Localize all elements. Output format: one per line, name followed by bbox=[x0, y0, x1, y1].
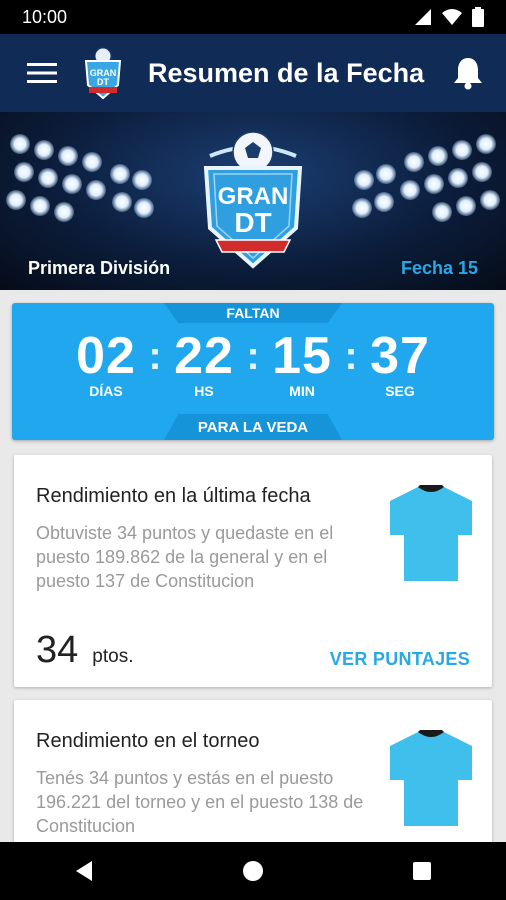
home-icon bbox=[242, 861, 263, 881]
back-icon bbox=[76, 861, 93, 881]
countdown-separator: : bbox=[148, 334, 162, 378]
last-round-card[interactable]: Rendimiento en la última fecha Obtuviste… bbox=[14, 455, 492, 687]
status-time: 10:00 bbox=[22, 6, 68, 27]
tournament-card[interactable]: Rendimiento en el torneo Tenés 34 puntos… bbox=[14, 700, 492, 860]
gran-dt-logo-small: GRAN DT bbox=[84, 47, 122, 100]
points-value: 34 bbox=[36, 629, 79, 671]
back-button[interactable] bbox=[64, 851, 104, 891]
countdown-seconds-label: SEG bbox=[385, 383, 415, 399]
menu-button[interactable] bbox=[22, 53, 62, 93]
countdown-top-label: FALTAN bbox=[164, 303, 342, 323]
status-icons bbox=[414, 7, 484, 27]
countdown-minutes-value: 15 bbox=[272, 327, 332, 385]
home-button[interactable] bbox=[233, 851, 273, 891]
countdown-days-label: DÍAS bbox=[89, 383, 123, 399]
points-unit: ptos. bbox=[92, 646, 134, 667]
countdown-minutes: 15 MIN bbox=[261, 329, 343, 399]
signal-icon bbox=[415, 9, 431, 25]
system-nav-bar bbox=[0, 842, 506, 900]
recents-icon bbox=[412, 862, 431, 880]
countdown-days: 02 DÍAS bbox=[65, 329, 147, 399]
round-label: Fecha 15 bbox=[400, 258, 478, 278]
card-title: Rendimiento en la última fecha bbox=[36, 485, 311, 507]
countdown-panel: FALTAN 02 DÍAS : 22 HS : 15 MIN : 37 SEG… bbox=[12, 303, 494, 440]
svg-text:DT: DT bbox=[234, 207, 271, 238]
countdown-seconds: 37 SEG bbox=[359, 329, 441, 399]
app-bar: GRAN DT Resumen de la Fecha bbox=[0, 34, 506, 112]
card-description: Obtuviste 34 puntos y quedaste en el pue… bbox=[36, 523, 334, 591]
countdown-separator: : bbox=[246, 334, 260, 378]
view-scores-button[interactable]: VER PUNTAJES bbox=[330, 649, 470, 670]
countdown-days-value: 02 bbox=[76, 327, 136, 385]
countdown-row: 02 DÍAS : 22 HS : 15 MIN : 37 SEG bbox=[12, 329, 494, 399]
countdown-seconds-value: 37 bbox=[370, 327, 430, 385]
page-title: Resumen de la Fecha bbox=[148, 57, 425, 88]
shirt-icon bbox=[390, 485, 472, 581]
logo-text: GRAN bbox=[218, 183, 289, 210]
hero-banner: GRAN DT Primera División Fecha 15 bbox=[0, 112, 506, 290]
recents-button[interactable] bbox=[402, 851, 442, 891]
countdown-bottom-label: PARA LA VEDA bbox=[164, 414, 342, 440]
status-bar: 10:00 bbox=[0, 0, 506, 34]
countdown-minutes-label: MIN bbox=[289, 383, 315, 399]
notifications-button[interactable] bbox=[446, 51, 490, 95]
bell-icon bbox=[454, 58, 482, 90]
countdown-separator: : bbox=[344, 334, 358, 378]
countdown-hours-value: 22 bbox=[174, 327, 234, 385]
card-description: Tenés 34 puntos y estás en el puesto 196… bbox=[36, 768, 364, 836]
gran-dt-logo: GRAN DT bbox=[203, 131, 303, 269]
league-name: Primera División bbox=[28, 258, 171, 278]
wifi-icon bbox=[442, 9, 462, 25]
countdown-hours-label: HS bbox=[194, 383, 214, 399]
card-title: Rendimiento en el torneo bbox=[36, 730, 260, 752]
svg-text:DT: DT bbox=[97, 77, 109, 87]
menu-icon bbox=[27, 63, 57, 83]
countdown-hours: 22 HS bbox=[163, 329, 245, 399]
shirt-icon bbox=[390, 730, 472, 826]
points-display: 34 ptos. bbox=[36, 629, 133, 672]
battery-icon bbox=[472, 7, 484, 27]
